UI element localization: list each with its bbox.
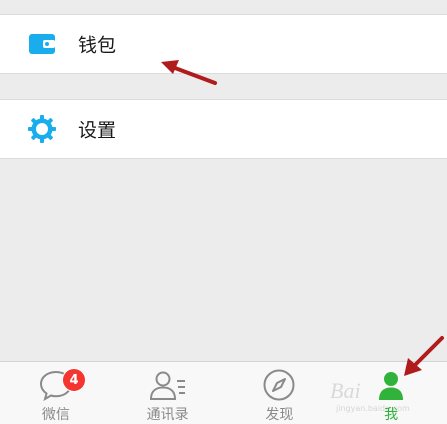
settings-gear-icon xyxy=(27,114,57,144)
tab-wechat[interactable]: 4 微信 xyxy=(0,362,112,424)
unread-badge: 4 xyxy=(62,368,86,392)
bottom-tab-bar: 4 微信 通讯录 发现 我 xyxy=(0,361,447,424)
tab-contacts-label: 通讯录 xyxy=(146,407,189,423)
tab-contacts[interactable]: 通讯录 xyxy=(112,362,224,424)
settings-label: 设置 xyxy=(78,119,117,142)
wallet-label: 钱包 xyxy=(78,34,117,57)
tab-discover[interactable]: 发现 xyxy=(224,362,336,424)
tab-me-label: 我 xyxy=(384,407,399,423)
settings-row[interactable]: 设置 xyxy=(0,99,447,159)
person-icon xyxy=(371,368,411,402)
contacts-icon xyxy=(148,368,188,402)
tab-me[interactable]: 我 xyxy=(335,362,447,424)
wallet-row[interactable]: 钱包 xyxy=(0,14,447,74)
compass-icon xyxy=(259,368,299,402)
tab-discover-label: 发现 xyxy=(265,407,294,423)
wallet-icon xyxy=(27,29,57,59)
tab-wechat-label: 微信 xyxy=(41,407,70,423)
